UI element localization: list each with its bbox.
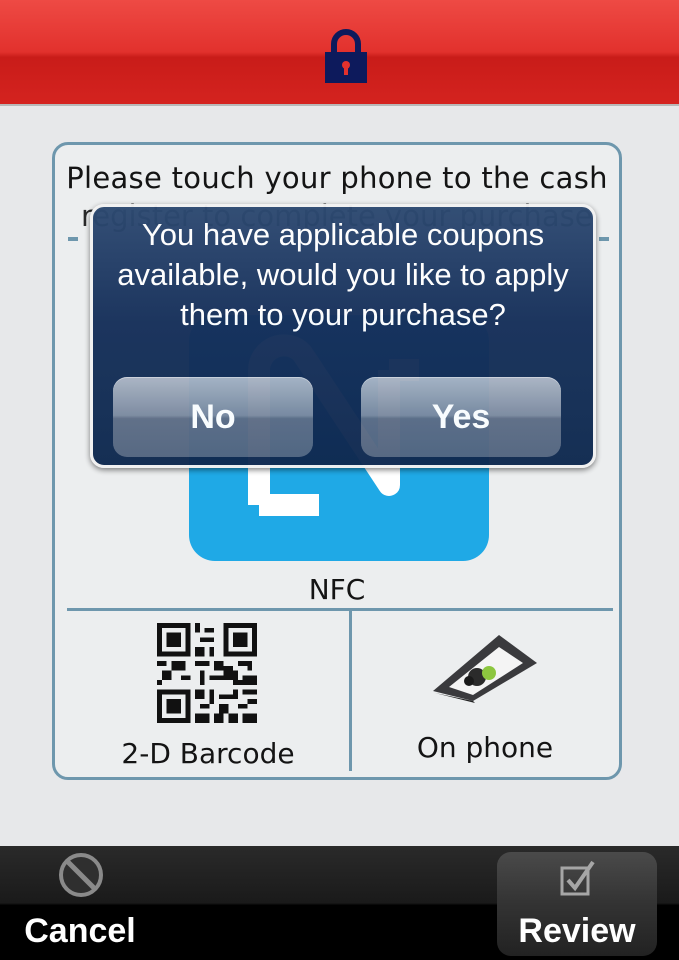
divider [349,611,352,771]
no-entry-icon [59,853,103,897]
review-button[interactable]: Review [497,852,657,956]
cancel-button[interactable]: Cancel [0,846,180,960]
lock-icon [325,29,367,83]
divider-tick [68,237,78,241]
header-bar [0,0,679,106]
nfc-label[interactable]: NFC [55,573,619,606]
divider-tick [599,237,609,241]
yes-button[interactable]: Yes [361,377,561,457]
on-phone-label[interactable]: On phone [385,731,585,764]
coupon-dialog: You have applicable coupons available, w… [90,204,596,468]
dialog-message: You have applicable coupons available, w… [117,217,569,332]
divider [67,608,613,611]
instruction-text: Please touch your phone to the cash [66,161,608,195]
review-label: Review [518,912,636,950]
barcode-label[interactable]: 2-D Barcode [103,737,313,770]
cancel-label: Cancel [24,912,136,950]
no-button[interactable]: No [113,377,313,457]
qr-code-icon[interactable] [156,623,258,723]
checkbox-icon [560,860,595,896]
bottom-toolbar: Cancel Review [0,846,679,960]
phone-icon[interactable] [429,633,541,703]
